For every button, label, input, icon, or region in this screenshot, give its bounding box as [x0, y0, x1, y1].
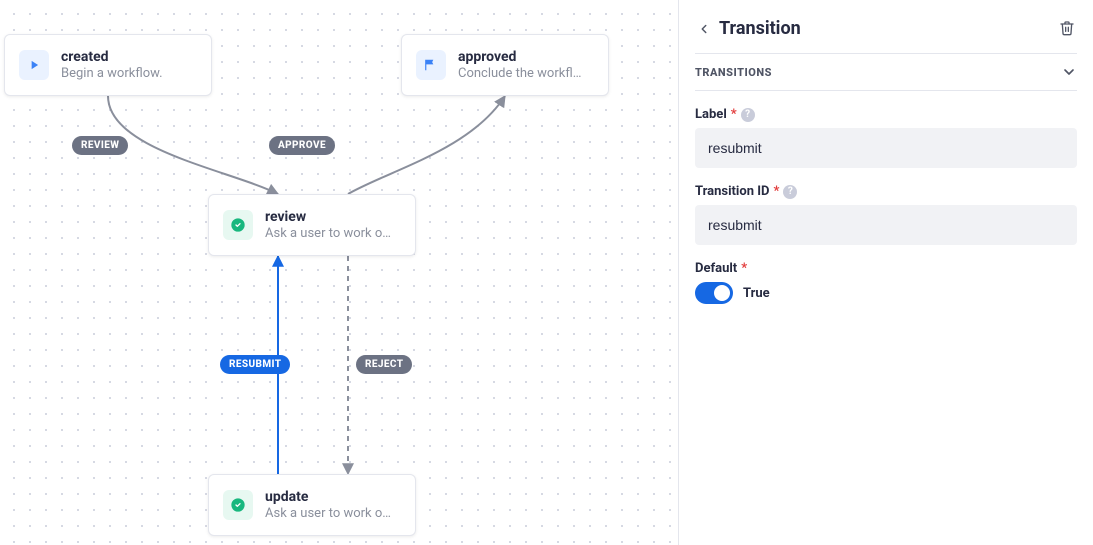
start-icon	[19, 50, 49, 80]
required-asterisk: *	[741, 261, 747, 276]
edge-label-review[interactable]: REVIEW	[72, 136, 128, 155]
chevron-down-icon	[1061, 64, 1077, 80]
label-label: Label * ?	[695, 107, 1077, 122]
default-label: Default *	[695, 261, 1077, 276]
required-asterisk: *	[731, 107, 737, 122]
node-title: approved	[458, 48, 581, 66]
node-subtitle: Ask a user to work o…	[265, 506, 391, 522]
inspector-panel: Transition TRANSITIONS Label * ? Transit…	[678, 0, 1093, 545]
node-title: review	[265, 208, 391, 226]
section-title: TRANSITIONS	[695, 66, 772, 79]
node-review[interactable]: review Ask a user to work o…	[208, 194, 416, 256]
node-update[interactable]: update Ask a user to work o…	[208, 474, 416, 536]
workflow-canvas[interactable]: created Begin a workflow. approved Concl…	[0, 0, 678, 545]
check-circle-icon	[223, 490, 253, 520]
edge-label-approve[interactable]: APPROVE	[269, 136, 335, 155]
node-title: update	[265, 488, 391, 506]
default-value: True	[743, 286, 770, 301]
delete-button[interactable]	[1059, 20, 1077, 38]
help-icon[interactable]: ?	[783, 185, 797, 199]
back-button[interactable]	[695, 20, 713, 38]
node-created[interactable]: created Begin a workflow.	[4, 34, 212, 96]
edge-label-resubmit[interactable]: RESUBMIT	[220, 355, 290, 374]
node-subtitle: Ask a user to work o…	[265, 226, 391, 242]
node-approved[interactable]: approved Conclude the workfl…	[401, 34, 609, 96]
required-asterisk: *	[773, 184, 779, 199]
check-circle-icon	[223, 210, 253, 240]
edge-label-reject[interactable]: REJECT	[356, 355, 412, 374]
help-icon[interactable]: ?	[741, 108, 755, 122]
node-subtitle: Conclude the workfl…	[458, 66, 581, 82]
panel-title: Transition	[719, 18, 1053, 39]
transition-id-label: Transition ID * ?	[695, 184, 1077, 199]
node-title: created	[61, 48, 163, 66]
label-input[interactable]	[695, 128, 1077, 168]
chevron-left-icon	[697, 22, 711, 36]
node-subtitle: Begin a workflow.	[61, 66, 163, 82]
default-toggle[interactable]	[695, 282, 733, 304]
transition-id-input[interactable]	[695, 205, 1077, 245]
flag-icon	[416, 50, 446, 80]
section-transitions[interactable]: TRANSITIONS	[695, 53, 1077, 91]
trash-icon	[1059, 20, 1075, 36]
